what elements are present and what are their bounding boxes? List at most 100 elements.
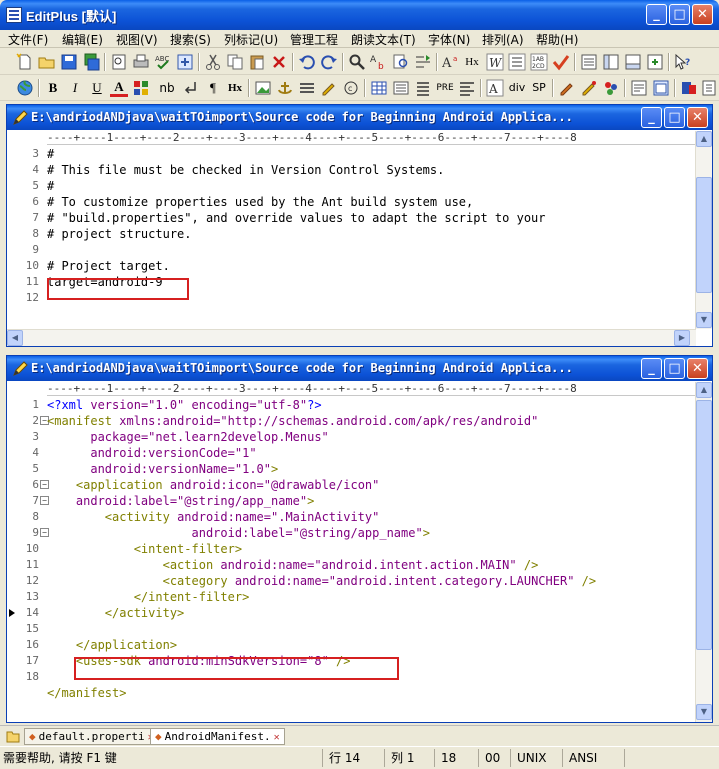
script-icon[interactable] — [602, 79, 620, 97]
output-window-icon[interactable] — [646, 53, 664, 71]
bold-button[interactable]: B — [44, 79, 62, 97]
editor-title-bar[interactable]: E:\andriodANDjava\waitTOimport\Source co… — [7, 105, 712, 130]
anchor-icon[interactable] — [276, 79, 294, 97]
xml-tag-close: > — [271, 462, 279, 476]
status-line-count: 18 — [434, 749, 476, 767]
form-icon[interactable] — [414, 79, 432, 97]
child-close-button[interactable]: ✕ — [687, 358, 708, 379]
font-color-button[interactable]: A — [110, 79, 128, 97]
replace-icon[interactable]: Ab — [370, 53, 388, 71]
underline-button[interactable]: U — [88, 79, 106, 97]
browser-icon[interactable] — [652, 79, 670, 97]
save-all-icon[interactable] — [82, 53, 100, 71]
html-toolbar-icon[interactable] — [630, 79, 648, 97]
cut-icon[interactable] — [204, 53, 222, 71]
menu-arrange[interactable]: 排列(A) — [482, 31, 524, 48]
menu-file[interactable]: 文件(F) — [8, 31, 48, 48]
undo-icon[interactable] — [298, 53, 316, 71]
cliptext-window-icon[interactable] — [624, 53, 642, 71]
comment-icon[interactable] — [320, 79, 338, 97]
css-icon[interactable] — [558, 79, 576, 97]
child-close-button[interactable]: ✕ — [687, 107, 708, 128]
maximize-button[interactable]: □ — [669, 4, 690, 25]
globe-icon[interactable] — [16, 79, 34, 97]
print-icon[interactable] — [132, 53, 150, 71]
heading-button[interactable]: Hx — [224, 79, 246, 97]
document-list-icon[interactable] — [580, 53, 598, 71]
menu-view[interactable]: 视图(V) — [116, 31, 158, 48]
preformat-button[interactable]: PRE — [434, 79, 456, 97]
font-tag-icon[interactable]: A — [486, 79, 504, 97]
menu-read-text[interactable]: 朗读文本(T) — [351, 31, 416, 48]
scroll-thumb[interactable] — [696, 400, 712, 650]
save-icon[interactable] — [60, 53, 78, 71]
editor-title-bar[interactable]: E:\andriodANDjava\waitTOimport\Source co… — [7, 356, 712, 381]
find-in-files-icon[interactable] — [392, 53, 410, 71]
list-icon[interactable] — [392, 79, 410, 97]
open-file-icon[interactable] — [38, 53, 56, 71]
close-button[interactable]: ✕ — [692, 4, 713, 25]
style-icon[interactable] — [580, 79, 598, 97]
menu-project[interactable]: 管理工程 — [290, 31, 338, 48]
toolbar-overflow-icon[interactable] — [700, 79, 716, 97]
minimize-button[interactable]: _ — [646, 4, 667, 25]
spell-check-icon[interactable]: ABC — [154, 53, 172, 71]
child-minimize-button[interactable]: _ — [641, 107, 662, 128]
hex-view-icon[interactable]: Hx — [462, 53, 482, 71]
menu-column-mark[interactable]: 列标记(U) — [224, 31, 278, 48]
scroll-left-button[interactable]: ◀ — [7, 330, 23, 346]
find-icon[interactable] — [348, 53, 366, 71]
delete-icon[interactable] — [270, 53, 288, 71]
child-minimize-button[interactable]: _ — [641, 358, 662, 379]
menu-edit[interactable]: 编辑(E) — [62, 31, 103, 48]
redo-icon[interactable] — [320, 53, 338, 71]
ftp-icon[interactable] — [680, 79, 698, 97]
browser-preview-icon[interactable] — [176, 53, 194, 71]
tab-label: default.properti — [38, 730, 145, 743]
child-maximize-button[interactable]: □ — [664, 107, 685, 128]
menu-help[interactable]: 帮助(H) — [536, 31, 578, 48]
main-title-bar[interactable]: EditPlus [默认] _ □ ✕ — [0, 0, 719, 30]
tab-default-properties[interactable]: ◆default.properti✕ — [24, 728, 159, 745]
span-button[interactable]: SP — [528, 79, 550, 97]
scroll-right-button[interactable]: ▶ — [674, 330, 690, 346]
horizontal-scrollbar[interactable]: ◀ ▶ — [7, 329, 696, 346]
tab-android-manifest[interactable]: ◆ AndroidManifest. ✕ — [150, 728, 285, 745]
copy-icon[interactable] — [226, 53, 244, 71]
menu-font[interactable]: 字体(N) — [428, 31, 470, 48]
copyright-icon[interactable]: c — [342, 79, 360, 97]
div-button[interactable]: div — [506, 79, 528, 97]
line-numbers-icon[interactable] — [508, 53, 526, 71]
scroll-down-button[interactable]: ▼ — [696, 704, 712, 720]
child-maximize-button[interactable]: □ — [664, 358, 685, 379]
table-icon[interactable] — [370, 79, 388, 97]
nbsp-button[interactable]: nb — [158, 79, 176, 97]
vertical-scrollbar[interactable]: ▲ ▼ — [695, 131, 712, 329]
context-help-icon[interactable]: ? — [674, 53, 692, 71]
new-file-icon[interactable] — [16, 53, 34, 71]
paragraph-button[interactable]: ¶ — [204, 79, 222, 97]
scroll-down-button[interactable]: ▼ — [696, 312, 712, 328]
folder-icon[interactable] — [6, 729, 20, 743]
align-icon[interactable] — [458, 79, 476, 97]
color-picker-icon[interactable] — [132, 79, 150, 97]
word-wrap-icon[interactable]: W — [486, 53, 504, 71]
tab-close-icon[interactable]: ✕ — [274, 732, 280, 743]
scroll-up-button[interactable]: ▲ — [696, 382, 712, 398]
scroll-up-button[interactable]: ▲ — [696, 131, 712, 147]
scroll-thumb[interactable] — [696, 177, 712, 293]
image-icon[interactable] — [254, 79, 272, 97]
check-icon[interactable] — [552, 53, 570, 71]
print-preview-icon[interactable] — [110, 53, 128, 71]
paste-icon[interactable] — [248, 53, 266, 71]
ruler-icon[interactable]: 1AB 2CD — [530, 53, 548, 71]
menu-search[interactable]: 搜索(S) — [170, 31, 211, 48]
xml-tag-close: /> — [581, 574, 597, 588]
font-size-icon[interactable]: Aa — [442, 53, 460, 71]
go-to-line-icon[interactable] — [414, 53, 432, 71]
directory-window-icon[interactable] — [602, 53, 620, 71]
vertical-scrollbar[interactable]: ▲ ▼ — [695, 382, 712, 722]
horizontal-rule-icon[interactable] — [298, 79, 316, 97]
line-break-icon[interactable] — [182, 79, 200, 97]
italic-button[interactable]: I — [66, 79, 84, 97]
